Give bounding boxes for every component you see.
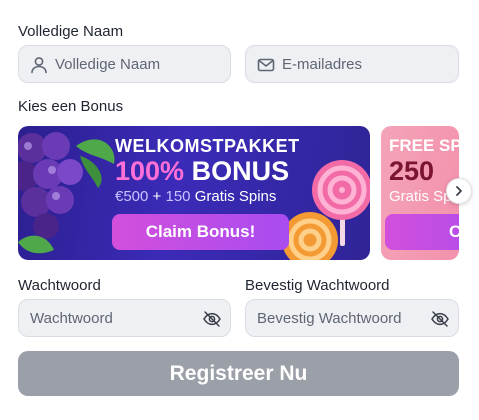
chevron-right-icon xyxy=(456,186,462,196)
password-placeholder: Wachtwoord xyxy=(30,310,113,327)
confirm-password-label: Bevestig Wachtwoord xyxy=(245,277,390,294)
full-name-label: Volledige Naam xyxy=(18,23,124,40)
password-label: Wachtwoord xyxy=(18,277,101,294)
eye-off-icon[interactable] xyxy=(202,309,222,329)
full-name-placeholder: Volledige Naam xyxy=(55,56,161,73)
password-input[interactable]: Wachtwoord xyxy=(18,299,231,337)
carousel-next-button[interactable] xyxy=(446,178,472,204)
bonus-title: WELKOMSTPAKKET xyxy=(115,136,300,156)
bonus-label: Kies een Bonus xyxy=(18,98,124,115)
claim-bonus-button[interactable]: Claim Bonus! xyxy=(112,214,289,250)
email-placeholder: E-mailadres xyxy=(282,56,363,73)
full-name-input[interactable]: Volledige Naam xyxy=(18,45,231,83)
bonus-card-welcome[interactable]: WELKOMSTPAKKET 100% BONUS €500 + 150 Gra… xyxy=(18,126,370,260)
bonus-details: Gratis Sp xyxy=(389,188,452,205)
bonus-details: €500 + 150 Gratis Spins xyxy=(115,188,276,205)
registration-form: Volledige Naam Volledige Naam E-mailadre… xyxy=(0,0,479,420)
mail-icon xyxy=(257,58,275,72)
eye-off-icon[interactable] xyxy=(430,309,450,329)
confirm-password-placeholder: Bevestig Wachtwoord xyxy=(257,310,402,327)
grapes-illustration xyxy=(18,132,115,254)
bonus-title: FREE SP xyxy=(389,136,459,155)
bonus-amount: €500 xyxy=(115,188,149,205)
bonus-spins-text: Gratis Spins xyxy=(194,188,277,205)
email-input[interactable]: E-mailadres xyxy=(245,45,459,83)
bonus-headline: 100% BONUS xyxy=(115,156,289,187)
confirm-password-input[interactable]: Bevestig Wachtwoord xyxy=(245,299,459,337)
bonus-headline: 250 xyxy=(389,156,435,186)
bonus-spins-count: 150 xyxy=(165,188,191,205)
bonus-percent: 100% xyxy=(115,156,185,186)
bonus-word: BONUS xyxy=(191,156,290,186)
user-icon xyxy=(31,57,47,74)
claim-bonus-button[interactable]: C xyxy=(385,214,459,250)
bonus-plus: + xyxy=(152,188,162,205)
register-button[interactable]: Registreer Nu xyxy=(18,351,459,396)
bonus-carousel[interactable]: WELKOMSTPAKKET 100% BONUS €500 + 150 Gra… xyxy=(18,126,459,260)
